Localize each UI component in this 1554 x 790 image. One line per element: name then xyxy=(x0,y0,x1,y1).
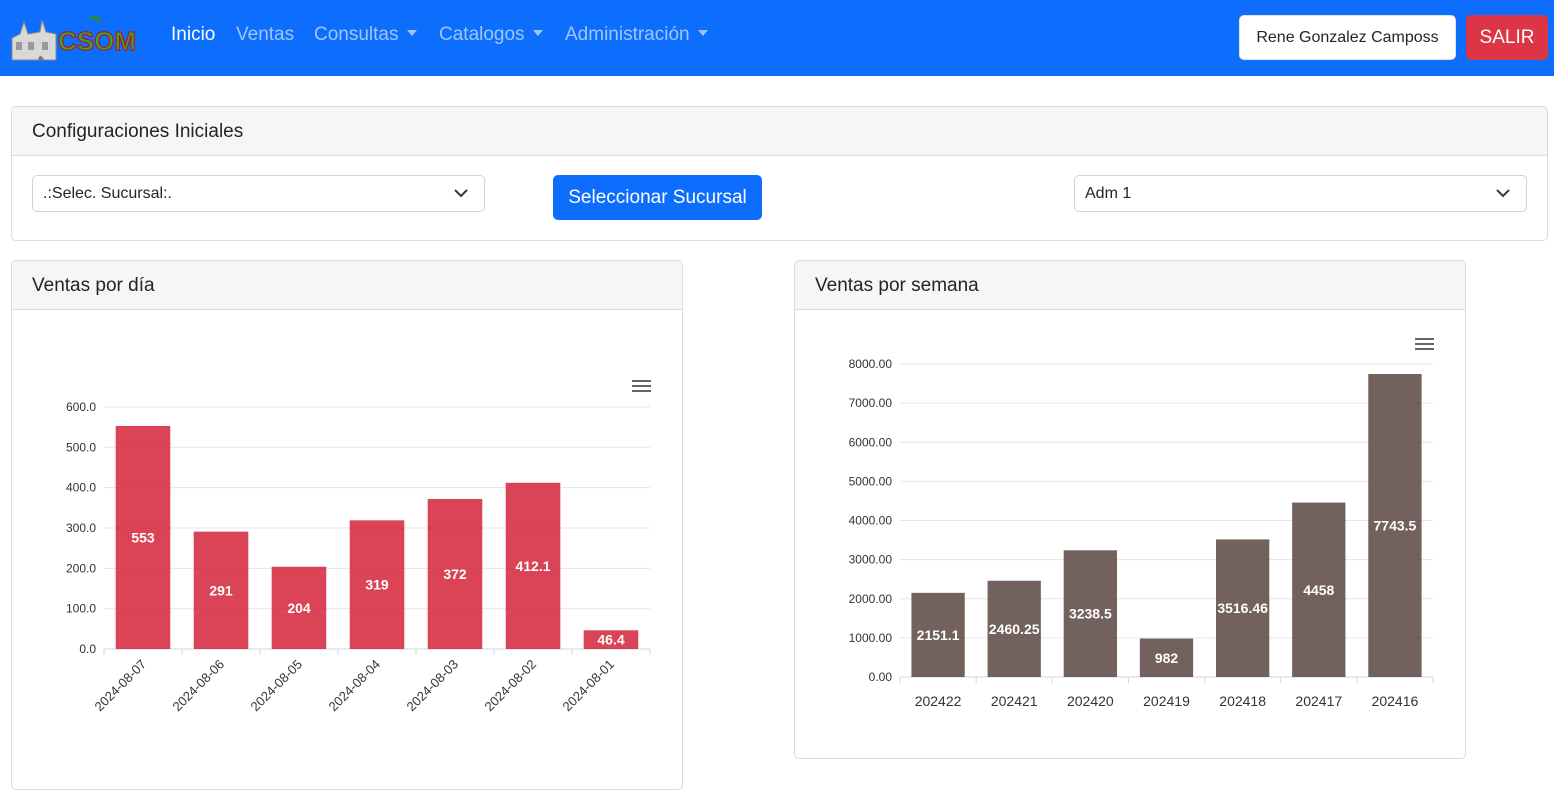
x-tick-label: 2024-08-03 xyxy=(403,657,461,715)
chart-menu-icon[interactable] xyxy=(1415,338,1434,350)
y-tick-label: 3000.00 xyxy=(849,553,893,567)
y-tick-label: 7000.00 xyxy=(849,396,893,410)
weekly-sales-chart: 0.00 1000.00 2000.00 3000.00 4000.00 5000.00 6… xyxy=(849,338,1434,709)
data-label: 46.4 xyxy=(597,632,624,648)
caret-down-icon xyxy=(406,30,417,36)
data-label: 553 xyxy=(131,529,155,545)
daily-sales-title: Ventas por día xyxy=(12,261,682,310)
logout-button[interactable]: SALIR xyxy=(1466,15,1548,60)
nav-item-inicio[interactable]: Inicio xyxy=(171,24,215,46)
config-card: Configuraciones Iniciales xyxy=(11,106,1548,241)
x-tick-label: 2024-08-02 xyxy=(481,657,539,715)
data-label: 372 xyxy=(443,566,467,582)
y-tick-label: 1000.00 xyxy=(849,631,893,645)
y-tick-label: 2000.00 xyxy=(849,592,893,606)
x-tick-label: 2024-08-06 xyxy=(169,657,227,715)
data-label: 2460.25 xyxy=(989,621,1040,637)
x-tick-label: 2024-08-07 xyxy=(91,657,149,715)
y-tick-label: 400.0 xyxy=(66,481,96,495)
branch-select-value: .:Selec. Sucursal:. xyxy=(43,185,172,202)
x-tick-label: 202420 xyxy=(1067,693,1114,709)
y-tick-label: 300.0 xyxy=(66,521,96,535)
data-label: 982 xyxy=(1155,650,1179,666)
caret-down-icon xyxy=(697,30,708,36)
data-label: 291 xyxy=(209,582,233,598)
data-label: 3516.46 xyxy=(1217,600,1268,616)
data-label: 204 xyxy=(287,600,311,616)
y-tick-label: 500.0 xyxy=(66,440,96,454)
top-navbar: CSOM Inicio Ventas Consultas Catalogos A… xyxy=(0,0,1554,76)
nav-item-label: Catalogos xyxy=(439,24,525,45)
x-tick-label: 2024-08-05 xyxy=(247,657,305,715)
x-tick-label: 202418 xyxy=(1219,693,1266,709)
nav-item-label: Inicio xyxy=(171,24,216,45)
nav-item-label: Ventas xyxy=(236,24,295,45)
data-label: 412.1 xyxy=(515,558,550,574)
y-tick-label: 0.0 xyxy=(79,642,96,656)
x-tick-label: 202416 xyxy=(1372,693,1419,709)
data-label: 2151.1 xyxy=(917,627,960,643)
caret-down-icon xyxy=(532,30,543,36)
x-tick-label: 2024-08-04 xyxy=(325,657,383,715)
data-label: 3238.5 xyxy=(1069,606,1112,622)
nav-item-label: Consultas xyxy=(314,24,399,45)
select-branch-button[interactable]: Seleccionar Sucursal xyxy=(553,175,762,220)
y-tick-label: 600.0 xyxy=(66,400,96,414)
y-tick-label: 6000.00 xyxy=(849,435,893,449)
chevron-down-icon xyxy=(454,189,468,198)
y-tick-label: 4000.00 xyxy=(849,514,893,528)
nav-item-administracion[interactable]: Administración xyxy=(565,24,708,46)
chevron-down-icon xyxy=(1496,189,1510,198)
data-label: 7743.5 xyxy=(1374,518,1417,534)
x-tick-label: 202419 xyxy=(1143,693,1190,709)
weekly-sales-title: Ventas por semana xyxy=(795,261,1465,310)
nav-item-consultas[interactable]: Consultas xyxy=(314,24,417,46)
data-label: 4458 xyxy=(1303,582,1334,598)
nav-item-catalogos[interactable]: Catalogos xyxy=(439,24,543,46)
daily-sales-chart: 0.0 100.0 200.0 300.0 400.0 500.0 600.0 553 2024… xyxy=(66,380,651,715)
y-tick-label: 0.00 xyxy=(869,670,893,684)
nav-item-ventas[interactable]: Ventas xyxy=(236,24,294,46)
brand-logo[interactable]: CSOM xyxy=(10,12,144,64)
x-tick-label: 202421 xyxy=(991,693,1038,709)
chart-menu-icon[interactable] xyxy=(632,380,651,392)
x-tick-label: 2024-08-01 xyxy=(559,657,617,715)
nav-item-label: Administración xyxy=(565,24,690,45)
y-tick-label: 200.0 xyxy=(66,561,96,575)
admin-select[interactable]: Adm 1 xyxy=(1074,175,1527,212)
y-tick-label: 5000.00 xyxy=(849,474,893,488)
y-tick-label: 8000.00 xyxy=(849,357,893,371)
x-tick-label: 202417 xyxy=(1295,693,1342,709)
config-card-title: Configuraciones Iniciales xyxy=(12,107,1547,156)
x-tick-label: 202422 xyxy=(915,693,962,709)
admin-select-value: Adm 1 xyxy=(1085,185,1132,202)
user-name-button[interactable]: Rene Gonzalez Camposs xyxy=(1239,15,1456,60)
data-label: 319 xyxy=(365,577,389,593)
y-tick-label: 100.0 xyxy=(66,602,96,616)
brand-text: CSOM xyxy=(58,26,136,56)
branch-select[interactable]: .:Selec. Sucursal:. xyxy=(32,175,485,212)
